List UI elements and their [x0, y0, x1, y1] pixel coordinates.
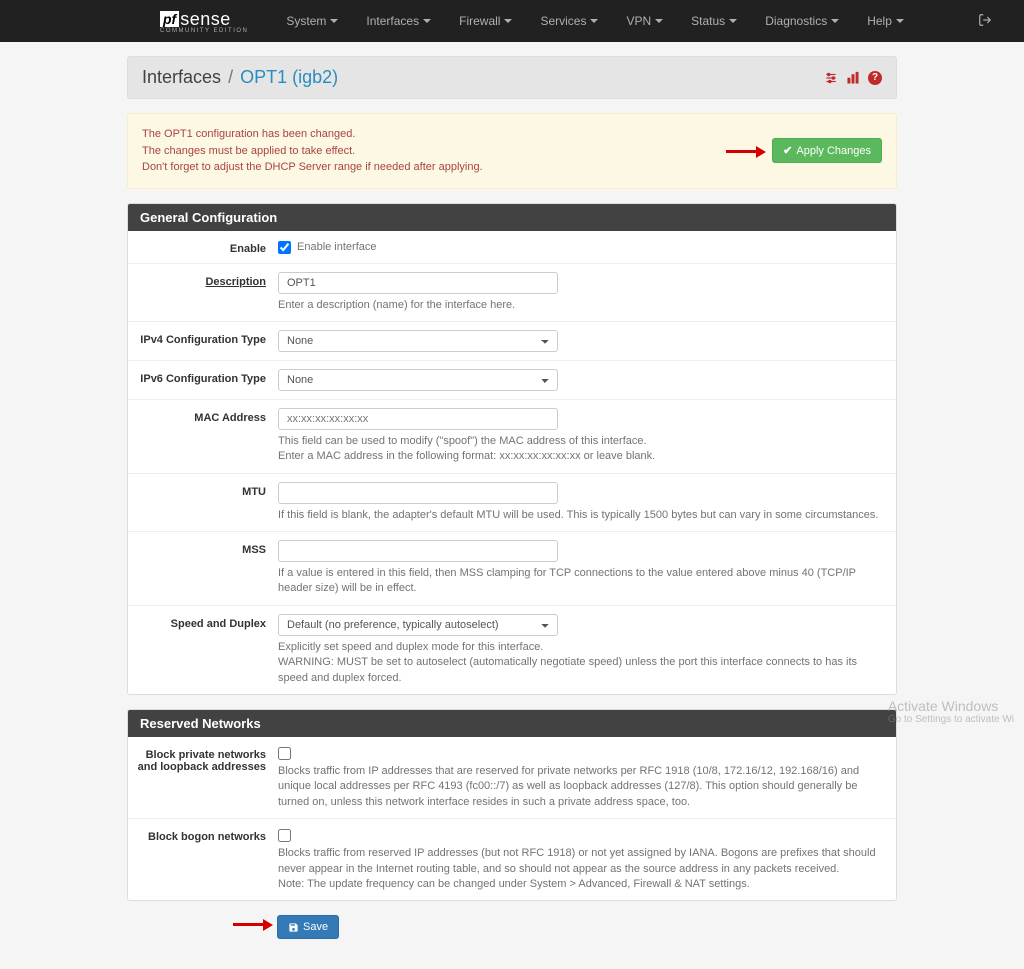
- block-private-label: Block private networks and loopback addr…: [128, 745, 278, 810]
- caret-icon: [504, 19, 512, 23]
- mss-input[interactable]: [278, 540, 558, 562]
- block-bogon-checkbox[interactable]: [278, 829, 291, 842]
- ipv6-type-label: IPv6 Configuration Type: [128, 369, 278, 391]
- general-configuration-panel: General Configuration Enable Enable inte…: [127, 203, 897, 696]
- mac-address-label: MAC Address: [128, 408, 278, 465]
- check-icon: ✔: [783, 144, 792, 157]
- help-text: Blocks traffic from reserved IP addresse…: [278, 846, 884, 892]
- description-label: Description: [128, 272, 278, 313]
- caret-icon: [330, 19, 338, 23]
- ipv4-type-select[interactable]: None: [278, 330, 558, 352]
- brand-name: sense: [180, 9, 231, 30]
- ipv6-type-select[interactable]: None: [278, 369, 558, 391]
- block-private-checkbox[interactable]: [278, 747, 291, 760]
- brand-prefix: pf: [160, 11, 179, 27]
- nav-system[interactable]: System: [272, 2, 352, 40]
- breadcrumb[interactable]: Interfaces: [142, 67, 221, 87]
- caret-icon: [729, 19, 737, 23]
- panel-heading: General Configuration: [128, 204, 896, 231]
- logout-icon[interactable]: [966, 5, 1004, 38]
- nav-items: System Interfaces Firewall Services VPN …: [272, 2, 966, 40]
- nav-status[interactable]: Status: [677, 2, 751, 40]
- save-button[interactable]: Save: [277, 915, 339, 939]
- save-row: Save: [127, 915, 897, 939]
- panel-heading: Reserved Networks: [128, 710, 896, 737]
- description-input[interactable]: [278, 272, 558, 294]
- top-navbar: pf sense COMMUNITY EDITION System Interf…: [0, 0, 1024, 42]
- caret-icon: [590, 19, 598, 23]
- nav-firewall[interactable]: Firewall: [445, 2, 526, 40]
- mtu-label: MTU: [128, 482, 278, 523]
- reserved-networks-panel: Reserved Networks Block private networks…: [127, 709, 897, 901]
- nav-help[interactable]: Help: [853, 2, 918, 40]
- windows-watermark: Activate Windows Go to Settings to activ…: [888, 698, 1014, 725]
- brand-logo[interactable]: pf sense COMMUNITY EDITION: [160, 9, 248, 34]
- page-header: Interfaces / OPT1 (igb2) ?: [127, 56, 897, 99]
- mtu-input[interactable]: [278, 482, 558, 504]
- nav-vpn[interactable]: VPN: [612, 2, 677, 40]
- apply-changes-button[interactable]: ✔ Apply Changes: [772, 138, 882, 163]
- enable-interface-checkbox[interactable]: [278, 241, 291, 254]
- help-text: If a value is entered in this field, the…: [278, 566, 884, 597]
- nav-diagnostics[interactable]: Diagnostics: [751, 2, 853, 40]
- mss-label: MSS: [128, 540, 278, 597]
- block-bogon-label: Block bogon networks: [128, 827, 278, 892]
- help-text: Enter a description (name) for the inter…: [278, 298, 884, 313]
- breadcrumb-subject[interactable]: OPT1 (igb2): [240, 67, 338, 87]
- help-icon[interactable]: ?: [868, 71, 882, 85]
- page-title: Interfaces / OPT1 (igb2): [142, 67, 338, 88]
- speed-duplex-label: Speed and Duplex: [128, 614, 278, 686]
- changes-alert: The OPT1 configuration has been changed.…: [127, 113, 897, 189]
- alert-text: The OPT1 configuration has been changed.…: [142, 126, 483, 176]
- enable-checkbox-label: Enable interface: [297, 241, 377, 253]
- help-text: If this field is blank, the adapter's de…: [278, 508, 884, 523]
- help-text: This field can be used to modify ("spoof…: [278, 434, 884, 465]
- nav-services[interactable]: Services: [526, 2, 612, 40]
- caret-icon: [831, 19, 839, 23]
- caret-icon: [423, 19, 431, 23]
- help-text: Blocks traffic from IP addresses that ar…: [278, 764, 884, 810]
- annotation-arrow: [233, 919, 273, 929]
- mac-address-input[interactable]: [278, 408, 558, 430]
- floppy-icon: [288, 922, 299, 933]
- help-text: Explicitly set speed and duplex mode for…: [278, 640, 884, 686]
- brand-edition: COMMUNITY EDITION: [160, 28, 248, 34]
- caret-icon: [896, 19, 904, 23]
- ipv4-type-label: IPv4 Configuration Type: [128, 330, 278, 352]
- speed-duplex-select[interactable]: Default (no preference, typically autose…: [278, 614, 558, 636]
- annotation-arrow: [726, 146, 766, 156]
- enable-label: Enable: [128, 239, 278, 255]
- caret-icon: [655, 19, 663, 23]
- nav-interfaces[interactable]: Interfaces: [352, 2, 445, 40]
- sliders-icon[interactable]: [824, 71, 838, 85]
- bar-chart-icon[interactable]: [846, 71, 860, 85]
